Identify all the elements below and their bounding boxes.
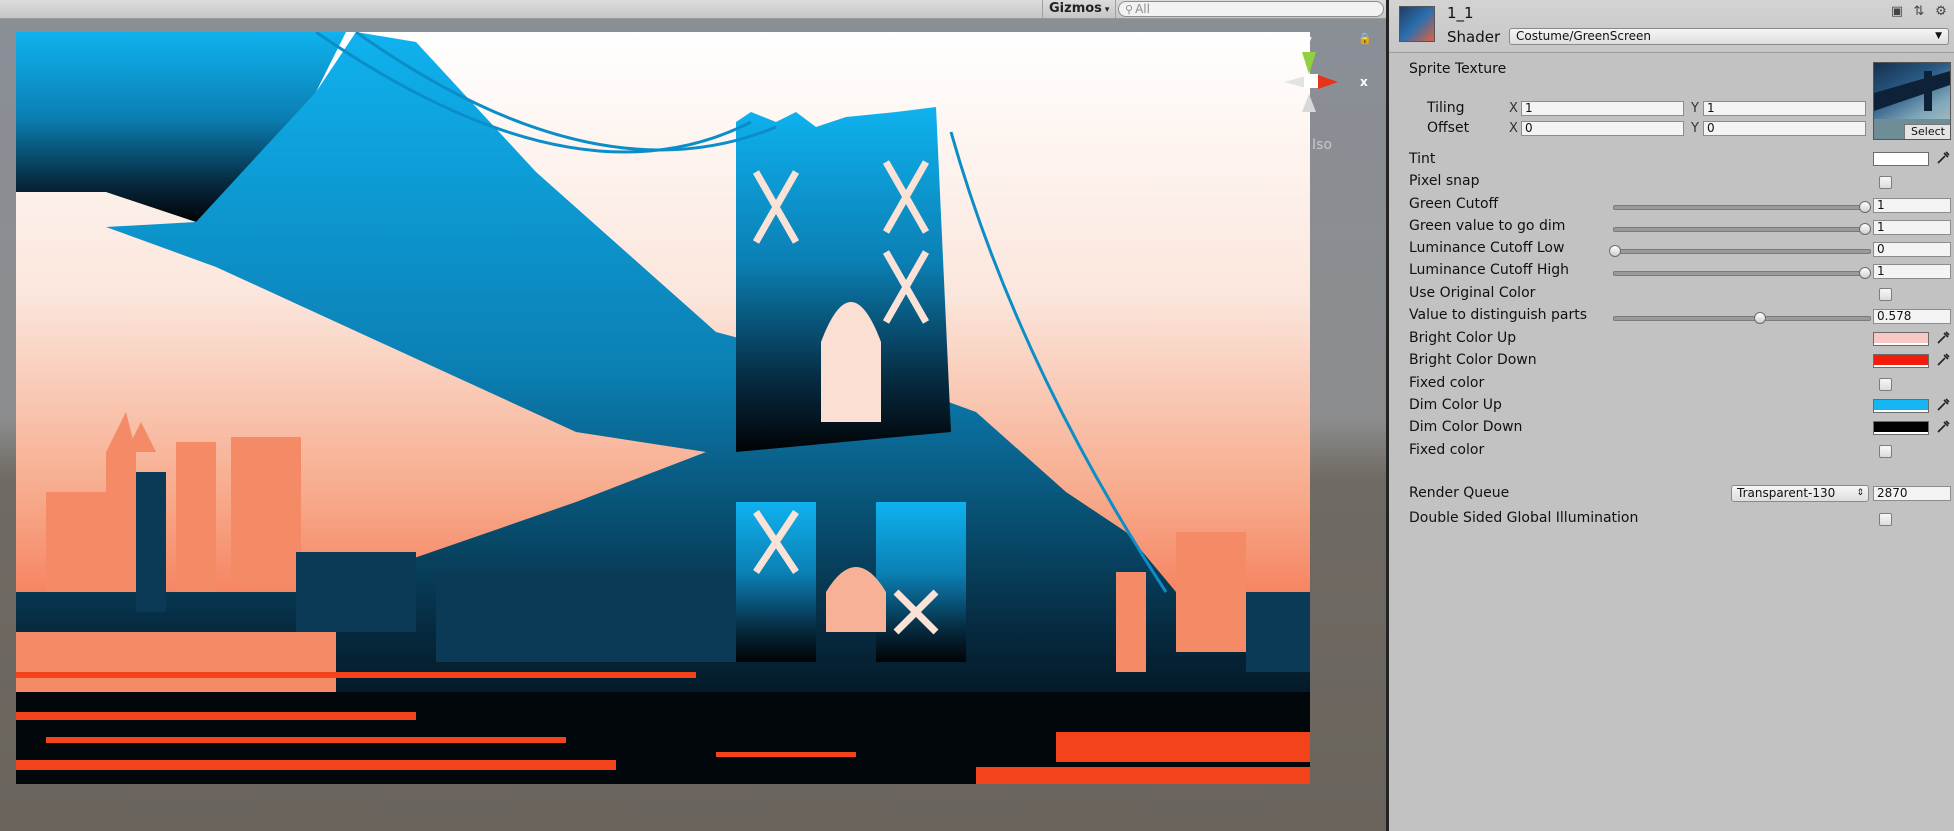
eyedropper-icon[interactable] <box>1935 330 1951 346</box>
dim-color-up-label: Dim Color Up <box>1409 397 1502 413</box>
pixel-snap-label: Pixel snap <box>1409 173 1480 189</box>
search-placeholder: All <box>1135 2 1150 16</box>
eyedropper-icon[interactable] <box>1935 150 1951 166</box>
use-original-color-checkbox[interactable] <box>1879 288 1892 301</box>
projection-label[interactable]: Iso <box>1312 137 1332 153</box>
distinguish-label: Value to distinguish parts <box>1409 307 1587 323</box>
axis-x-label: x <box>1360 75 1368 89</box>
material-name: 1_1 <box>1447 4 1474 22</box>
offset-x-field[interactable]: 0 <box>1521 121 1684 136</box>
shader-label: Shader <box>1447 28 1501 46</box>
inspector-panel: 1_1 Shader Costume/GreenScreen ▼ ▣ ⇅ ⚙ S… <box>1386 0 1954 831</box>
dim-color-up-swatch[interactable] <box>1873 399 1929 413</box>
double-sided-gi-label: Double Sided Global Illumination <box>1409 510 1639 526</box>
slider-thumb[interactable] <box>1859 223 1871 235</box>
tiling-label: Tiling <box>1427 100 1465 116</box>
tiling-y-field[interactable]: 1 <box>1703 101 1866 116</box>
render-queue-mode: Transparent-130 <box>1737 486 1836 500</box>
chevron-updown-icon: ⇕ <box>1856 488 1864 498</box>
offset-y-field[interactable]: 0 <box>1703 121 1866 136</box>
material-header: 1_1 Shader Costume/GreenScreen ▼ ▣ ⇅ ⚙ <box>1389 0 1954 53</box>
eyedropper-icon[interactable] <box>1935 397 1951 413</box>
offset-y-label: Y <box>1691 121 1699 136</box>
double-sided-gi-checkbox[interactable] <box>1879 513 1892 526</box>
texture-thumbnail[interactable]: Select <box>1873 62 1951 140</box>
luminance-high-label: Luminance Cutoff High <box>1409 262 1570 278</box>
green-dim-slider[interactable] <box>1613 223 1871 235</box>
eyedropper-icon[interactable] <box>1935 352 1951 368</box>
fixed-color-bright-checkbox[interactable] <box>1879 378 1892 391</box>
book-icon[interactable]: ▣ <box>1889 4 1905 20</box>
offset-x-label: X <box>1509 121 1518 136</box>
render-queue-field[interactable]: 2870 <box>1873 486 1951 501</box>
tint-color-swatch[interactable] <box>1873 152 1929 166</box>
distinguish-slider[interactable] <box>1613 312 1871 324</box>
sprite-texture-label: Sprite Texture <box>1409 61 1507 77</box>
scene-search-input[interactable]: ⚲ All <box>1118 1 1384 17</box>
luminance-low-slider[interactable] <box>1609 245 1871 257</box>
slider-thumb[interactable] <box>1753 312 1766 324</box>
luminance-high-slider[interactable] <box>1613 267 1871 279</box>
layout-icon[interactable]: ⇅ <box>1911 4 1927 20</box>
bright-color-down-swatch[interactable] <box>1873 354 1929 368</box>
fixed-color-bright-label: Fixed color <box>1409 375 1485 391</box>
fixed-color-dim-checkbox[interactable] <box>1879 445 1892 458</box>
eyedropper-icon[interactable] <box>1935 419 1951 435</box>
scene-view[interactable]: Gizmos ▾ ⚲ All y x 🔒 Iso <box>0 0 1386 831</box>
slider-thumb[interactable] <box>1859 201 1871 213</box>
search-icon: ⚲ <box>1125 3 1134 16</box>
bright-color-down-label: Bright Color Down <box>1409 352 1537 368</box>
tiling-x-label: X <box>1509 101 1518 116</box>
tint-label: Tint <box>1409 151 1436 167</box>
render-queue-dropdown[interactable]: Transparent-130 ⇕ <box>1731 485 1869 502</box>
green-cutoff-slider[interactable] <box>1613 201 1871 213</box>
tiling-y-label: Y <box>1691 101 1699 116</box>
green-cutoff-field[interactable]: 1 <box>1873 198 1951 213</box>
green-cutoff-label: Green Cutoff <box>1409 196 1499 212</box>
slider-thumb[interactable] <box>1859 267 1871 279</box>
fixed-color-dim-label: Fixed color <box>1409 442 1485 458</box>
distinguish-field[interactable]: 0.578 <box>1873 309 1951 324</box>
gizmos-dropdown[interactable]: Gizmos ▾ <box>1042 0 1117 18</box>
green-dim-label: Green value to go dim <box>1409 218 1566 234</box>
tiling-x-field[interactable]: 1 <box>1521 101 1684 116</box>
chevron-down-icon: ▼ <box>1935 31 1942 41</box>
green-dim-field[interactable]: 1 <box>1873 220 1951 235</box>
offset-label: Offset <box>1427 120 1470 136</box>
slider-thumb[interactable] <box>1609 245 1621 257</box>
pixel-snap-checkbox[interactable] <box>1879 176 1892 189</box>
bright-color-up-swatch[interactable] <box>1873 332 1929 346</box>
render-queue-label: Render Queue <box>1409 485 1510 501</box>
shader-value: Costume/GreenScreen <box>1516 29 1651 43</box>
orientation-gizmo[interactable]: y x <box>1282 30 1382 160</box>
material-icon <box>1399 6 1435 42</box>
shader-dropdown[interactable]: Costume/GreenScreen ▼ <box>1509 28 1949 45</box>
dim-color-down-swatch[interactable] <box>1873 421 1929 435</box>
scene-toolbar: Gizmos ▾ ⚲ All <box>0 0 1386 19</box>
luminance-high-field[interactable]: 1 <box>1873 264 1951 279</box>
sprite-preview <box>16 32 1310 784</box>
luminance-low-field[interactable]: 0 <box>1873 242 1951 257</box>
lock-icon[interactable]: 🔒 <box>1358 32 1372 45</box>
chevron-down-icon: ▾ <box>1104 5 1110 15</box>
use-original-color-label: Use Original Color <box>1409 285 1536 301</box>
texture-select-button[interactable]: Select <box>1904 124 1950 139</box>
dim-color-down-label: Dim Color Down <box>1409 419 1523 435</box>
axis-y-label: y <box>1304 33 1312 47</box>
settings-icon[interactable]: ⚙ <box>1933 4 1949 20</box>
bright-color-up-label: Bright Color Up <box>1409 330 1517 346</box>
gizmos-label: Gizmos <box>1049 1 1102 16</box>
luminance-low-label: Luminance Cutoff Low <box>1409 240 1565 256</box>
